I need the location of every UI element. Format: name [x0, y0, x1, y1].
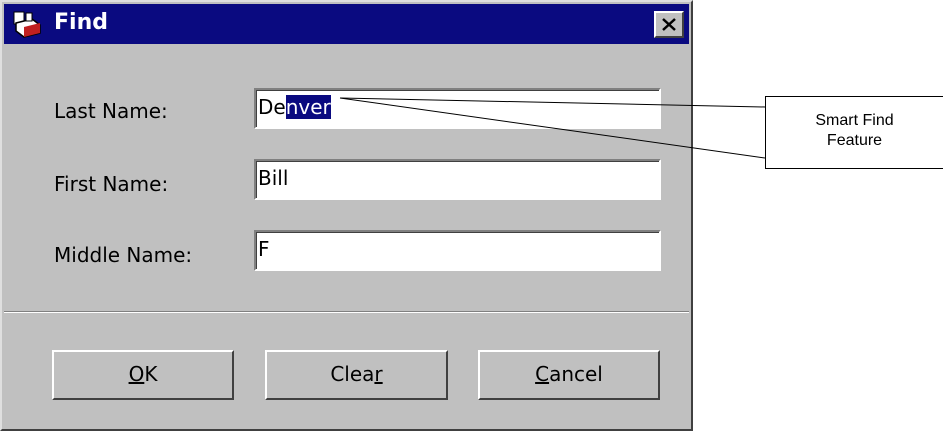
callout-line-2: Feature — [826, 132, 883, 149]
callout-leader-lines — [339, 97, 766, 159]
smart-find-callout: Smart Find Feature — [765, 96, 943, 169]
callout-text: Smart Find Feature — [766, 111, 943, 151]
callout-line-1: Smart Find — [815, 112, 894, 129]
